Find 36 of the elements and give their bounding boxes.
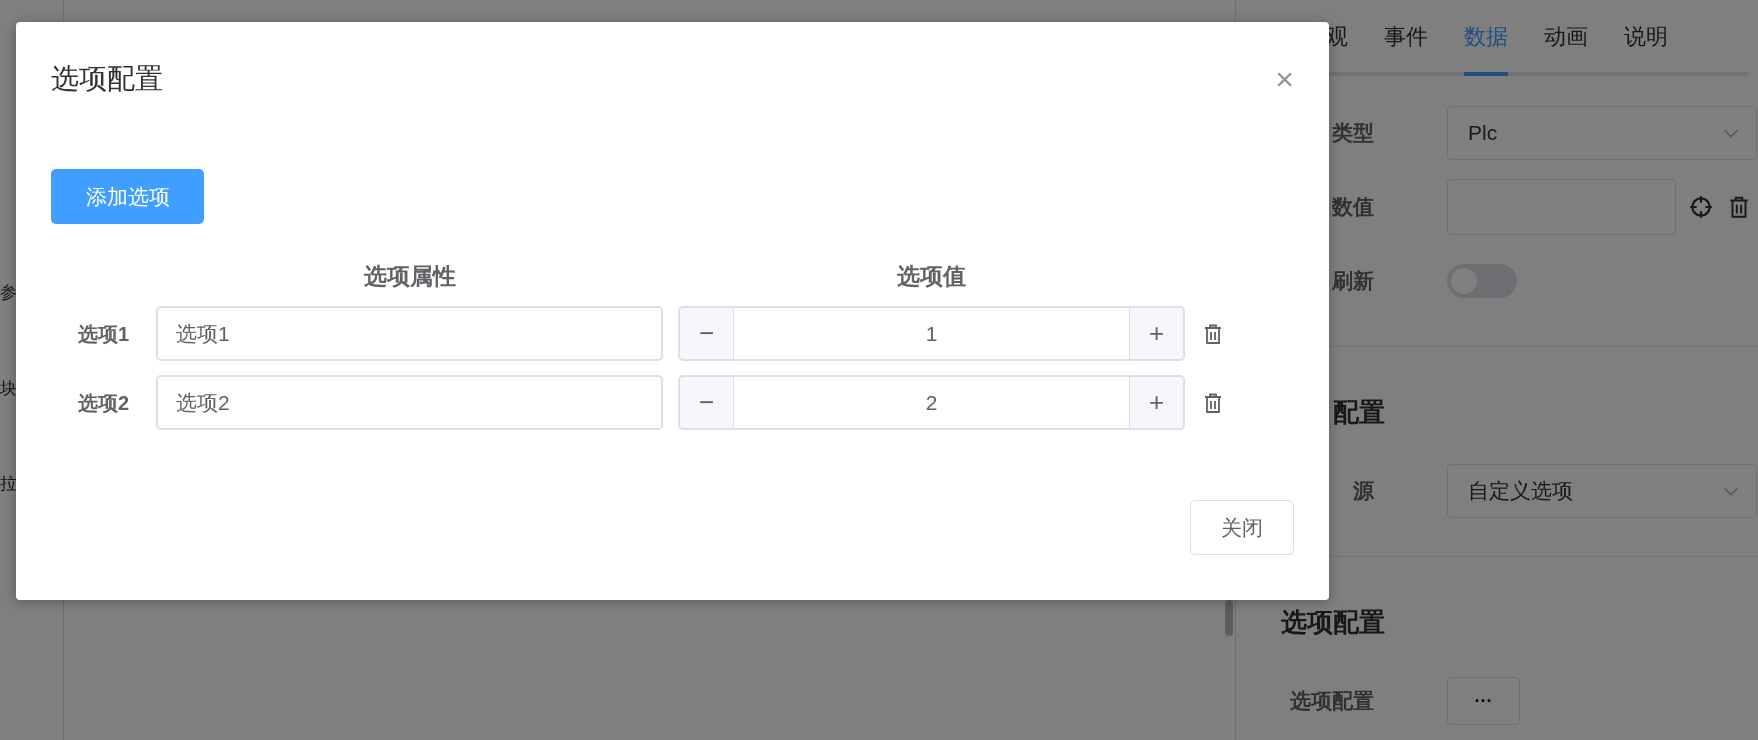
close-button[interactable]: 关闭 — [1190, 500, 1294, 555]
option-attribute-field[interactable]: 选项2 — [156, 375, 663, 430]
field-label: 类型 — [1331, 120, 1374, 147]
increment-button[interactable]: + — [1129, 375, 1185, 430]
field-label: 刷新 — [1330, 268, 1374, 295]
field-label: 源 — [1352, 478, 1374, 505]
option-label: 选项2 — [76, 390, 131, 416]
column-header: 选项属性 — [362, 261, 457, 291]
field-label: 数值 — [1330, 194, 1374, 221]
option-attribute-field[interactable]: 选项1 — [156, 306, 663, 361]
close-button[interactable]: × — [1275, 63, 1294, 95]
add-option-button[interactable]: 添加选项 — [51, 169, 204, 224]
select-value: 自定义选项 — [1468, 478, 1573, 505]
panel-tab[interactable]: 事件 — [1384, 0, 1428, 76]
select-field[interactable]: 自定义选项 — [1447, 464, 1757, 518]
select-field[interactable]: Plc — [1447, 106, 1757, 160]
section-title: 配置 — [1332, 396, 1385, 429]
option-label: 选项1 — [76, 321, 131, 347]
number-field[interactable]: 2 — [734, 375, 1129, 430]
dialog-title: 选项配置 — [51, 62, 163, 96]
panel-tab[interactable]: 说明 — [1624, 0, 1668, 76]
field-label: 选项配置 — [1289, 688, 1374, 715]
sidebar-item[interactable]: 块 — [0, 375, 20, 401]
crosshair-icon[interactable] — [1688, 194, 1714, 220]
section-title: 选项配置 — [1280, 606, 1385, 639]
scrollbar-thumb[interactable] — [1225, 600, 1233, 636]
sidebar-item[interactable]: 参 — [0, 280, 20, 306]
decrement-button[interactable]: − — [678, 306, 734, 361]
decrement-button[interactable]: − — [678, 375, 734, 430]
increment-button[interactable]: + — [1129, 306, 1185, 361]
number-field[interactable]: 1 — [734, 306, 1129, 361]
more-button[interactable]: ··· — [1447, 677, 1520, 725]
panel-tab[interactable]: 动画 — [1544, 0, 1588, 76]
select-value: Plc — [1468, 120, 1498, 147]
sidebar-item[interactable]: 拉 — [0, 471, 20, 497]
column-header: 选项值 — [896, 261, 967, 291]
